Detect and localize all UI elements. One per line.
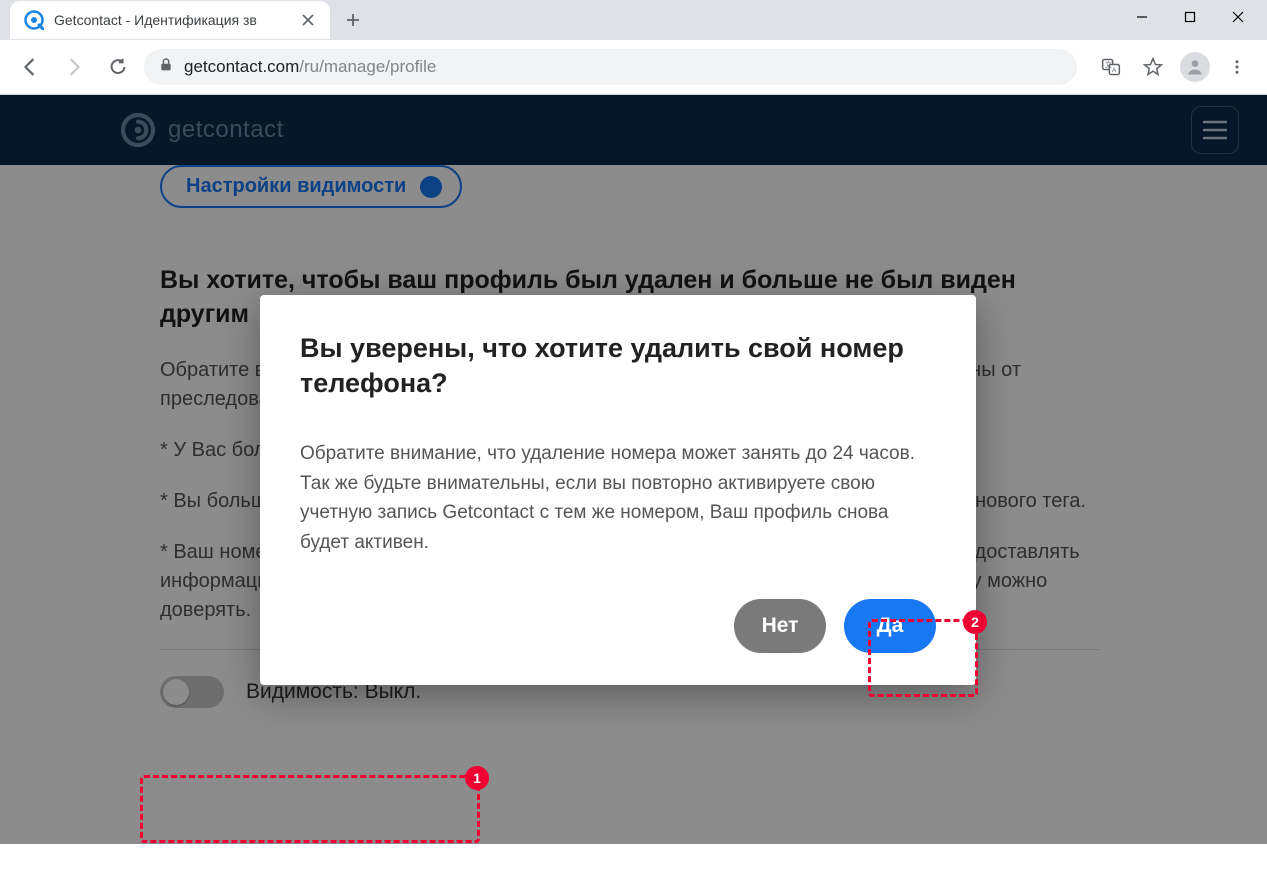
cancel-button[interactable]: Нет	[734, 599, 826, 653]
modal-body: Обратите внимание, что удаление номера м…	[300, 439, 936, 557]
tab-title: Getcontact - Идентификация зв	[54, 12, 290, 28]
back-button[interactable]	[12, 49, 48, 85]
window-controls	[1119, 0, 1267, 34]
profile-button[interactable]	[1177, 49, 1213, 85]
confirm-button[interactable]: Да	[844, 599, 936, 653]
browser-toolbar: getcontact.com/ru/manage/profile 文A	[0, 40, 1267, 94]
browser-menu-button[interactable]	[1219, 49, 1255, 85]
minimize-button[interactable]	[1119, 1, 1165, 33]
close-window-button[interactable]	[1215, 1, 1261, 33]
confirm-delete-modal: Вы уверены, что хотите удалить свой номе…	[260, 295, 976, 685]
tab-strip: Getcontact - Идентификация зв	[0, 0, 1267, 40]
modal-title: Вы уверены, что хотите удалить свой номе…	[300, 331, 936, 401]
avatar-icon	[1180, 52, 1210, 82]
url-text: getcontact.com/ru/manage/profile	[184, 57, 436, 77]
favicon-getcontact	[24, 10, 44, 30]
maximize-button[interactable]	[1167, 1, 1213, 33]
svg-text:A: A	[1112, 67, 1117, 74]
browser-tab[interactable]: Getcontact - Идентификация зв	[10, 1, 330, 39]
modal-actions: Нет Да	[300, 599, 936, 653]
bookmark-button[interactable]	[1135, 49, 1171, 85]
url-host: getcontact.com	[184, 57, 299, 76]
close-icon[interactable]	[300, 12, 316, 28]
forward-button[interactable]	[56, 49, 92, 85]
url-path: /ru/manage/profile	[299, 57, 436, 76]
new-tab-button[interactable]	[338, 5, 368, 35]
page-viewport: getcontact Настройки видимости Вы хотите…	[0, 95, 1267, 844]
browser-chrome: Getcontact - Идентификация зв	[0, 0, 1267, 95]
reload-button[interactable]	[100, 49, 136, 85]
address-bar[interactable]: getcontact.com/ru/manage/profile	[144, 49, 1077, 85]
lock-icon	[158, 57, 174, 78]
translate-button[interactable]: 文A	[1093, 49, 1129, 85]
